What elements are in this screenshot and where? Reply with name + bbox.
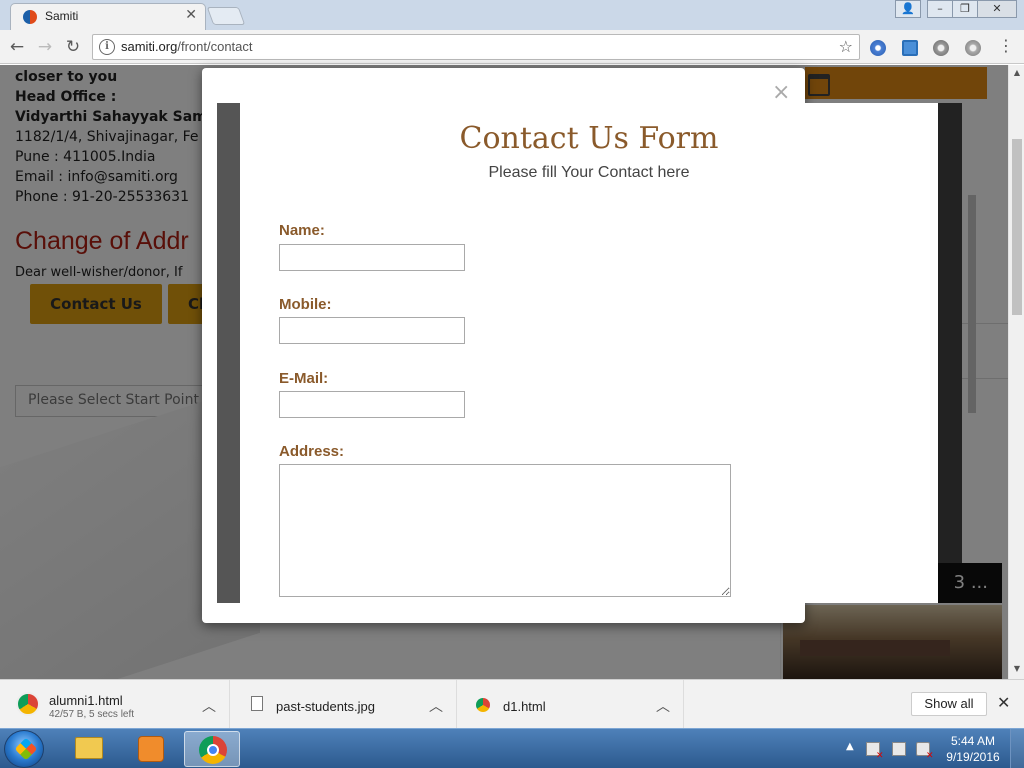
- mute-badge-icon: ✕: [926, 751, 934, 761]
- info-icon[interactable]: i: [99, 39, 115, 55]
- extension-icon[interactable]: [902, 40, 918, 56]
- error-badge-icon: ✕: [876, 751, 884, 761]
- samiti-favicon-icon: [23, 10, 37, 24]
- email-field[interactable]: [279, 391, 465, 418]
- scroll-down-arrow-icon[interactable]: ▼: [1009, 663, 1024, 675]
- download-filename: alumni1.html: [49, 693, 123, 708]
- modal-close-icon[interactable]: ×: [772, 82, 790, 104]
- chrome-center-icon: [207, 744, 219, 756]
- extension-icon[interactable]: [933, 40, 949, 56]
- download-status: 42/57 B, 5 secs left: [49, 709, 135, 720]
- url-text: samiti.org/front/contact: [121, 39, 253, 54]
- modal-body: Contact Us Form Please fill Your Contact…: [217, 103, 938, 603]
- tab-title: Samiti: [45, 9, 79, 23]
- media-player-icon: [138, 736, 164, 762]
- mobile-label: Mobile:: [279, 296, 332, 313]
- close-download-bar-icon[interactable]: ✕: [997, 693, 1010, 712]
- new-tab-button[interactable]: [206, 7, 246, 25]
- name-field[interactable]: [279, 244, 465, 271]
- download-item[interactable]: d1.html ︿: [458, 680, 684, 729]
- windows-taskbar: ▲ ✕ ✕ 5:44 AM 9/19/2016: [0, 728, 1024, 768]
- browser-toolbar: ← → ↻ i samiti.org/front/contact ☆ ⋮: [0, 30, 1024, 64]
- mobile-field[interactable]: [279, 317, 465, 344]
- download-item[interactable]: past-students.jpg ︿: [231, 680, 457, 729]
- explorer-taskbar-button[interactable]: [60, 731, 116, 767]
- close-window-button[interactable]: ✕: [977, 0, 1017, 18]
- modal-left-bar: [217, 103, 240, 603]
- page-scrollbar[interactable]: ▲ ▼: [1008, 65, 1024, 679]
- folder-icon: [75, 737, 103, 759]
- chevron-up-icon[interactable]: ︿: [656, 696, 670, 716]
- show-all-button[interactable]: Show all: [911, 692, 987, 716]
- profile-icon[interactable]: 👤: [895, 0, 921, 18]
- browser-tab[interactable]: Samiti ✕: [10, 3, 206, 30]
- address-bar[interactable]: i samiti.org/front/contact ☆: [92, 34, 860, 60]
- contact-modal: × Contact Us Form Please fill Your Conta…: [202, 68, 938, 623]
- address-field[interactable]: [279, 464, 731, 597]
- scroll-up-arrow-icon[interactable]: ▲: [1009, 67, 1024, 79]
- chrome-icon: [476, 698, 490, 712]
- address-label: Address:: [279, 443, 345, 460]
- chevron-up-icon[interactable]: ︿: [429, 696, 443, 716]
- download-filename: d1.html: [503, 699, 546, 714]
- scroll-thumb[interactable]: [1012, 139, 1022, 315]
- media-player-taskbar-button[interactable]: [122, 731, 178, 767]
- modal-title: Contact Us Form: [459, 121, 719, 156]
- email-label: E-Mail:: [279, 370, 329, 387]
- windows-logo-icon: [14, 737, 38, 761]
- download-filename: past-students.jpg: [276, 699, 376, 714]
- chevron-up-icon[interactable]: ︿: [202, 696, 216, 716]
- network-icon[interactable]: [892, 742, 906, 756]
- bookmark-star-icon[interactable]: ☆: [839, 37, 853, 56]
- name-label: Name:: [279, 222, 325, 239]
- clock-date[interactable]: 9/19/2016: [944, 750, 1002, 764]
- start-button[interactable]: [4, 730, 44, 768]
- modal-subtitle: Please fill Your Contact here: [488, 164, 690, 181]
- tab-close-icon[interactable]: ✕: [185, 7, 197, 23]
- browser-titlebar: Samiti ✕ 👤 – ❐ ✕: [0, 0, 1024, 30]
- download-item[interactable]: alumni1.html 42/57 B, 5 secs left ︿: [4, 680, 230, 729]
- download-bar: alumni1.html 42/57 B, 5 secs left ︿ past…: [0, 679, 1024, 729]
- extension-icon[interactable]: [965, 40, 981, 56]
- tray-expand-icon[interactable]: ▲: [846, 741, 854, 752]
- show-desktop-button[interactable]: [1010, 729, 1024, 768]
- restore-button[interactable]: ❐: [952, 0, 978, 18]
- chrome-icon: [16, 692, 40, 716]
- chrome-taskbar-button[interactable]: [184, 731, 240, 767]
- file-icon: [251, 696, 263, 711]
- forward-arrow-icon[interactable]: →: [34, 36, 56, 58]
- extension-icon[interactable]: [870, 40, 886, 56]
- minimize-button[interactable]: –: [927, 0, 953, 18]
- reload-icon[interactable]: ↻: [62, 36, 84, 58]
- clock-time[interactable]: 5:44 AM: [948, 734, 998, 748]
- back-arrow-icon[interactable]: ←: [6, 36, 28, 58]
- menu-kebab-icon[interactable]: ⋮: [998, 38, 1014, 54]
